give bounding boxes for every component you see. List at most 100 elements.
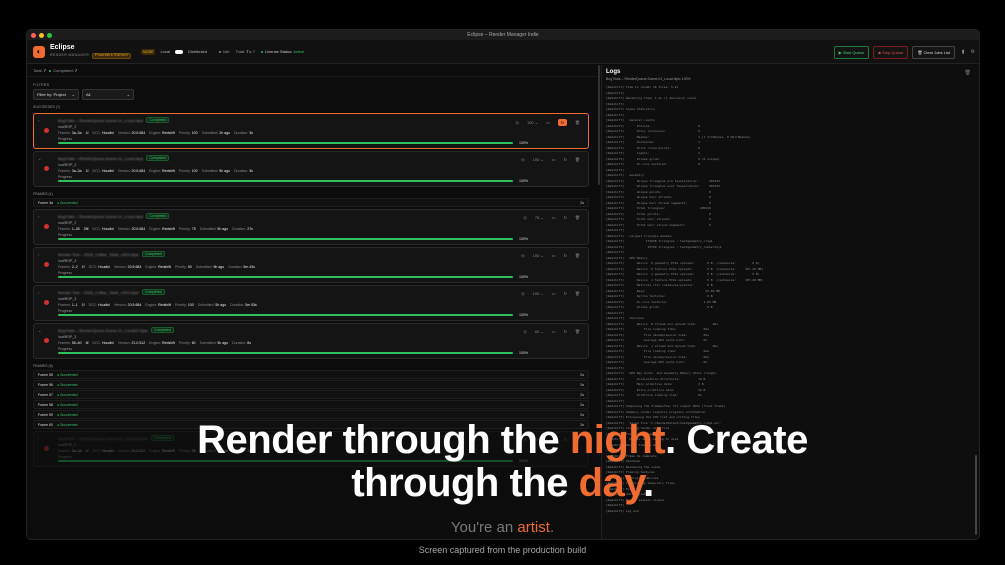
meta-dcc-label: DCC:	[88, 303, 98, 307]
rerender-icon[interactable]: ↻	[564, 157, 567, 162]
stop-queue-button[interactable]: ■ Stop Queue	[873, 46, 909, 59]
target-icon[interactable]: ◎	[521, 253, 525, 258]
progress-bar	[58, 314, 513, 316]
rerender-icon[interactable]: ↻	[557, 119, 567, 126]
chevron-down-icon[interactable]: ⌄	[38, 156, 41, 161]
meta-version-value: 20.5.684	[131, 131, 146, 135]
target-icon[interactable]: ◎	[515, 120, 519, 125]
rerender-icon[interactable]: ↻	[564, 291, 567, 296]
eclipse-logo-icon: ◐	[33, 45, 45, 58]
frame-row[interactable]: Frame 3a ● Succeeded 2s	[33, 198, 589, 207]
meta-frames-label: Frames:	[58, 227, 71, 231]
start-queue-button[interactable]: ▶ Start Queue	[833, 46, 870, 59]
delete-icon[interactable]: 🗑	[575, 329, 580, 334]
meta-engine: Engine: Redshift	[149, 169, 175, 173]
chevron-right-icon[interactable]: ›	[38, 214, 39, 219]
settings-gear-icon[interactable]: ⚙	[971, 49, 975, 55]
counts-total-label: Total:	[33, 68, 43, 73]
priority-stepper[interactable]: 100 ⌄	[533, 157, 544, 162]
filter-by-select[interactable]: Filter by: Project ⌄	[33, 89, 79, 100]
status-dot-icon	[44, 338, 49, 343]
progress-bar	[58, 142, 513, 144]
folder-icon[interactable]: ▭	[546, 120, 550, 125]
logs-trash-icon[interactable]: 🗑	[965, 70, 971, 76]
frame-number: Frame 57	[38, 392, 53, 397]
frame-status-label: Succeeded	[60, 382, 78, 387]
frame-row[interactable]: Frame 56 ● Succeeded 2s	[33, 380, 589, 389]
headline: Render through the night. Create through…	[0, 419, 1005, 505]
tagline-part-2: .	[549, 519, 555, 536]
frame-number: Frame 56	[38, 382, 53, 387]
job-card[interactable]: › BugTrials – RenderQueue.Scene.01_Local.…	[33, 209, 589, 245]
delete-icon[interactable]: 🗑	[575, 253, 580, 258]
meta-priority-value: 100	[191, 169, 198, 173]
folder-icon[interactable]: ▭	[552, 253, 556, 258]
chevron-right-icon[interactable]: ›	[38, 118, 39, 123]
target-icon[interactable]: ◎	[523, 215, 527, 220]
group-label: SUCCEEDED (7)	[27, 100, 597, 111]
filter-value-select[interactable]: All ⌄	[82, 89, 134, 100]
job-list-scrollbar[interactable]	[598, 65, 600, 185]
job-card[interactable]: › Render Test – 2026_Coffee_Table_v003.hi…	[33, 247, 589, 283]
priority-stepper[interactable]: 100 ⌄	[533, 291, 544, 296]
delete-icon[interactable]: 🗑	[575, 157, 580, 162]
delete-icon[interactable]: 🗑	[575, 291, 580, 296]
job-card[interactable]: › BugTrials – RenderQueue.Scene.01_Local.…	[33, 113, 589, 149]
job-card[interactable]: ⌄ BugTrials – RenderQueue.Scene.01_Local.…	[33, 151, 589, 187]
meta-engine: Engine: Redshift	[149, 227, 175, 231]
rerender-icon[interactable]: ↻	[564, 215, 567, 220]
total-label: Total:	[235, 49, 246, 54]
job-name: Render Test – 2026_Coffee_Table_v003.hip…	[58, 251, 139, 257]
status-dot-icon	[44, 262, 49, 267]
delete-icon[interactable]: 🗑	[575, 120, 580, 125]
priority-stepper[interactable]: 60 ⌄	[535, 329, 544, 334]
mode-toggle[interactable]	[175, 49, 183, 54]
rerender-icon[interactable]: ↻	[564, 253, 567, 258]
mode-distributed-label[interactable]: Distributed	[188, 49, 207, 54]
priority-stepper-value: 75	[534, 215, 540, 220]
progress-bar	[58, 276, 513, 278]
stats-icon[interactable]: ▮	[962, 49, 965, 55]
job-controls: ◎ 100 ⌄ ▭ ↻ 🗑	[521, 291, 580, 296]
target-icon[interactable]: ◎	[521, 157, 525, 162]
job-meta: Frames: 2–2 1f DCC: Houdini Version: 20.5.6…	[58, 265, 584, 269]
meta-priority-label: Priority:	[178, 341, 191, 345]
status-badge: Completed	[141, 289, 165, 295]
headline-accent-1: night	[569, 418, 666, 462]
progress-fill	[58, 276, 513, 278]
meta-priority-value: 100	[187, 303, 194, 307]
target-icon[interactable]: ◎	[521, 291, 525, 296]
frame-row[interactable]: Frame 55 ● Succeeded 2s	[33, 370, 589, 379]
rerender-icon[interactable]: ↻	[564, 329, 567, 334]
folder-icon[interactable]: ▭	[552, 215, 556, 220]
job-name: BugTrials – RenderQueue.Scene.01_Local.h…	[58, 213, 144, 219]
job-card[interactable]: › Render Test – 2026_Coffee_Table_v003.hi…	[33, 285, 589, 321]
chevron-down-icon[interactable]: ⌄	[38, 328, 41, 333]
folder-icon[interactable]: ▭	[552, 329, 556, 334]
frame-row[interactable]: Frame 57 ● Succeeded 2s	[33, 390, 589, 399]
mode-local-label[interactable]: Local	[160, 49, 170, 54]
meta-dcc-value: Houdini	[98, 265, 111, 269]
group-name: SUCCEEDED	[33, 105, 55, 109]
priority-stepper[interactable]: 100 ⌄	[533, 253, 544, 258]
chevron-right-icon[interactable]: ›	[38, 252, 39, 257]
progress-row: 100%	[58, 313, 584, 317]
folder-icon[interactable]: ▭	[552, 157, 556, 162]
progress-row: 100%	[58, 275, 584, 279]
delete-icon[interactable]: 🗑	[575, 215, 580, 220]
meta-submitted-value: 2h ago	[219, 131, 231, 135]
meta-engine-label: Engine:	[149, 169, 162, 173]
window-title: Eclipse – Render Manager Indie	[467, 32, 539, 38]
priority-stepper[interactable]: 75 ⌄	[535, 215, 544, 220]
target-icon[interactable]: ◎	[523, 329, 527, 334]
job-card[interactable]: ⌄ BugTrials – RenderQueue.Scene.01_Local0…	[33, 323, 589, 359]
folder-icon[interactable]: ▭	[552, 291, 556, 296]
chevron-right-icon[interactable]: ›	[38, 290, 39, 295]
frame-row[interactable]: Frame 58 ● Succeeded 2s	[33, 400, 589, 409]
clear-jobs-button[interactable]: 🗑 Clear Jobs List	[912, 46, 955, 59]
edition-badge: Founders Edition	[92, 53, 131, 59]
meta-submitted-value: 5h ago	[213, 265, 225, 269]
meta-duration: Duration: 3s	[234, 131, 253, 135]
meta-dcc: DCC: Houdini	[89, 265, 110, 269]
priority-stepper[interactable]: 100 ⌄	[527, 120, 538, 125]
